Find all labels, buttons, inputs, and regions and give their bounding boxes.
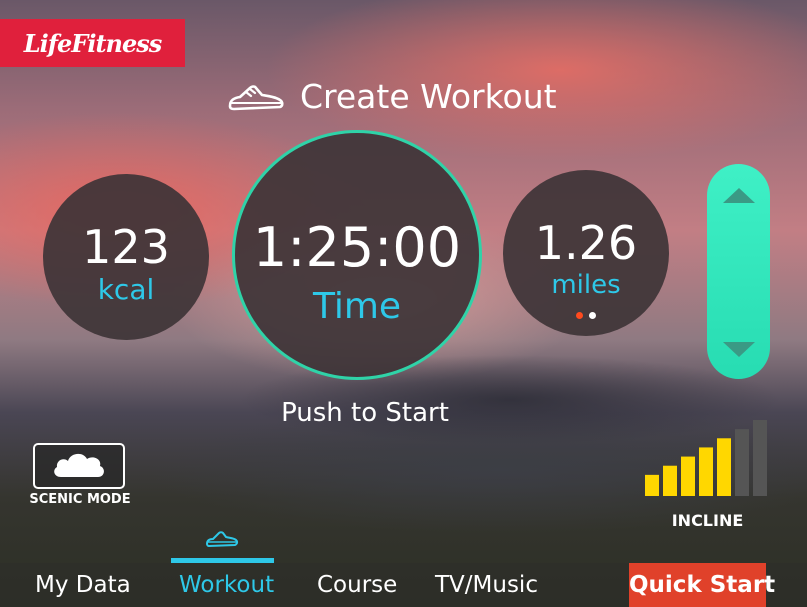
calories-unit: kcal — [97, 273, 155, 306]
time-label: Time — [312, 286, 402, 327]
calories-value: 123 — [82, 220, 170, 274]
tab-course[interactable]: Course — [317, 563, 397, 607]
incline-level-bar — [735, 429, 749, 496]
page-dot[interactable] — [589, 312, 596, 319]
tab-my-data[interactable]: My Data — [35, 563, 131, 607]
incline-label: INCLINE — [671, 511, 744, 530]
distance-dial[interactable]: 1.26 miles — [503, 170, 669, 336]
incline-level-bar — [645, 474, 659, 496]
bottom-nav: My Data Workout Course TV/Music Quick St… — [0, 563, 807, 607]
incline-level-bar — [699, 447, 713, 496]
incline-level-bar — [681, 456, 695, 496]
push-to-start-label: Push to Start — [281, 398, 449, 428]
scenic-mode-button[interactable] — [33, 443, 125, 489]
incline-up-arrow-icon[interactable] — [723, 188, 755, 203]
page-header: Create Workout — [226, 74, 557, 118]
incline-level-bar — [663, 465, 677, 496]
page-dot[interactable] — [576, 312, 583, 319]
incline-level-bar — [753, 420, 767, 496]
incline-level-meter — [645, 420, 767, 496]
incline-level-bar — [717, 438, 731, 496]
time-dial[interactable]: 1:25:00 Time — [232, 130, 482, 380]
scenic-mode-label: SCENIC MODE — [29, 492, 131, 507]
calories-dial[interactable]: 123 kcal — [43, 174, 209, 340]
quick-start-button[interactable]: Quick Start — [629, 563, 775, 607]
distance-value: 1.26 — [534, 216, 638, 270]
tab-workout[interactable]: Workout — [179, 563, 274, 607]
shoe-icon — [226, 78, 286, 114]
workout-shoe-icon — [205, 527, 239, 553]
distance-page-indicator[interactable] — [503, 312, 669, 319]
incline-slider[interactable] — [707, 164, 770, 379]
tab-tv-music[interactable]: TV/Music — [435, 563, 538, 607]
cloud-icon — [51, 449, 107, 483]
lifefitness-logo: LifeFitness — [0, 19, 185, 67]
time-value: 1:25:00 — [252, 216, 462, 279]
distance-unit: miles — [551, 270, 621, 300]
page-title: Create Workout — [300, 76, 557, 116]
incline-down-arrow-icon[interactable] — [723, 342, 755, 357]
